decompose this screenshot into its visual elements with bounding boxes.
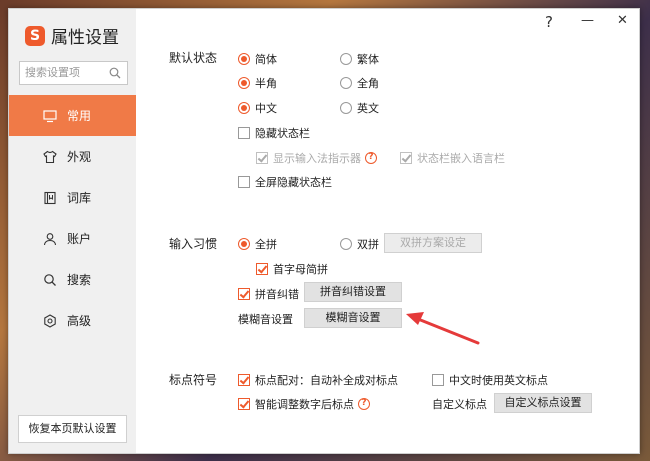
checkbox-auto-pair[interactable]: 标点配对：自动补全成对标点	[238, 372, 398, 388]
app-logo: S 属性设置	[25, 23, 119, 48]
checkbox-indicator	[238, 127, 250, 139]
radio-indicator	[340, 77, 352, 89]
radio-label: 全角	[357, 77, 379, 90]
annotation-arrow-icon	[406, 312, 480, 345]
radio-double-pinyin[interactable]: 双拼	[340, 236, 379, 252]
radio-label: 全拼	[255, 238, 277, 251]
checkbox-fullscreen-hide[interactable]: 全屏隐藏状态栏	[238, 174, 332, 190]
fuzzy-sound-label: 模糊音设置	[238, 313, 293, 326]
checkbox-indicator	[432, 374, 444, 386]
settings-content: 默认状态 简体 繁体 半角 全角 中文 英文 隐藏状态栏 显示输入法指示器 ? …	[136, 9, 639, 453]
sidebar-item-advanced[interactable]: 高级	[9, 300, 136, 341]
reset-defaults-button[interactable]: 恢复本页默认设置	[18, 415, 127, 443]
search-icon[interactable]	[109, 67, 121, 79]
checkbox-embed-lang-bar[interactable]: 状态栏嵌入语言栏	[400, 150, 505, 166]
radio-label: 半角	[255, 77, 277, 90]
checkbox-english-in-chinese[interactable]: 中文时使用英文标点	[432, 372, 548, 388]
sidebar-item-label: 高级	[67, 314, 92, 328]
radio-full-width[interactable]: 全角	[340, 75, 379, 91]
sogou-logo-icon: S	[25, 25, 45, 46]
radio-label: 英文	[357, 102, 379, 115]
radio-label: 繁体	[357, 53, 379, 66]
radio-label: 中文	[255, 102, 277, 115]
monitor-icon	[43, 109, 57, 122]
radio-chinese[interactable]: 中文	[238, 100, 277, 116]
sidebar-item-label: 账户	[67, 232, 92, 246]
section-punctuation-label: 标点符号	[169, 373, 218, 387]
gear-icon	[44, 313, 56, 328]
search-placeholder: 搜索设置项	[25, 66, 80, 79]
radio-indicator	[340, 238, 352, 250]
checkbox-label: 智能调整数字后标点	[255, 398, 354, 411]
radio-indicator	[238, 238, 250, 250]
checkbox-label: 显示输入法指示器	[273, 152, 361, 165]
checkbox-show-indicator[interactable]: 显示输入法指示器 ?	[256, 150, 377, 166]
radio-indicator	[238, 102, 250, 114]
radio-full-pinyin[interactable]: 全拼	[238, 236, 277, 252]
shirt-icon	[43, 150, 57, 163]
checkbox-smart-adjust[interactable]: 智能调整数字后标点 ?	[238, 396, 370, 412]
radio-indicator	[340, 53, 352, 65]
section-input-habit-label: 输入习惯	[169, 237, 218, 251]
checkbox-label: 拼音纠错	[255, 288, 299, 301]
radio-half-width[interactable]: 半角	[238, 75, 277, 91]
checkbox-indicator	[238, 176, 250, 188]
sidebar-item-label: 搜索	[67, 273, 92, 287]
app-title: 属性设置	[51, 28, 119, 48]
checkbox-hide-status-bar[interactable]: 隐藏状态栏	[238, 125, 310, 141]
checkbox-label: 全屏隐藏状态栏	[255, 176, 332, 189]
radio-indicator	[340, 102, 352, 114]
checkbox-indicator	[400, 152, 412, 164]
checkbox-indicator	[256, 152, 268, 164]
settings-window: S 属性设置 搜索设置项 常用 外观 词库 账户 搜索 高级 恢复本页默认设置 …	[8, 8, 640, 454]
search-icon	[44, 273, 56, 286]
checkbox-indicator	[256, 263, 268, 275]
double-pinyin-scheme-button[interactable]: 双拼方案设定	[384, 233, 482, 253]
checkbox-indicator	[238, 288, 250, 300]
custom-punct-settings-button[interactable]: 自定义标点设置	[494, 393, 592, 413]
checkbox-label: 状态栏嵌入语言栏	[417, 152, 505, 165]
checkbox-indicator	[238, 398, 250, 410]
help-icon[interactable]: ?	[358, 398, 370, 410]
checkbox-label: 隐藏状态栏	[255, 127, 310, 140]
radio-english[interactable]: 英文	[340, 100, 379, 116]
sidebar-item-label: 词库	[67, 191, 92, 205]
sidebar-item-label: 常用	[67, 109, 92, 123]
radio-label: 简体	[255, 53, 277, 66]
radio-label: 双拼	[357, 238, 379, 251]
radio-simplified[interactable]: 简体	[238, 51, 277, 67]
radio-traditional[interactable]: 繁体	[340, 51, 379, 67]
checkbox-indicator	[238, 374, 250, 386]
checkbox-label: 标点配对：自动补全成对标点	[255, 374, 398, 387]
radio-indicator	[238, 53, 250, 65]
pinyin-correct-settings-button[interactable]: 拼音纠错设置	[304, 282, 402, 302]
checkbox-label: 中文时使用英文标点	[449, 374, 548, 387]
help-icon[interactable]: ?	[365, 152, 377, 164]
sidebar-item-account[interactable]: 账户	[9, 218, 136, 259]
search-input[interactable]: 搜索设置项	[19, 61, 128, 85]
checkbox-pinyin-correct[interactable]: 拼音纠错	[238, 286, 299, 302]
sidebar: S 属性设置 搜索设置项 常用 外观 词库 账户 搜索 高级 恢复本页默认设置	[9, 9, 136, 453]
sidebar-nav: 常用 外观 词库 账户 搜索 高级	[9, 95, 136, 341]
fuzzy-sound-settings-button[interactable]: 模糊音设置	[304, 308, 402, 328]
sidebar-item-appearance[interactable]: 外观	[9, 136, 136, 177]
sidebar-item-common[interactable]: 常用	[9, 95, 136, 136]
sidebar-item-search[interactable]: 搜索	[9, 259, 136, 300]
book-icon	[44, 191, 56, 204]
user-icon	[43, 232, 57, 245]
sidebar-item-label: 外观	[67, 150, 92, 164]
sidebar-item-dictionary[interactable]: 词库	[9, 177, 136, 218]
radio-indicator	[238, 77, 250, 89]
checkbox-label: 首字母简拼	[273, 263, 328, 276]
checkbox-initial-abbrev[interactable]: 首字母简拼	[256, 261, 328, 277]
section-default-state-label: 默认状态	[169, 51, 218, 65]
custom-punct-label: 自定义标点	[432, 398, 487, 411]
